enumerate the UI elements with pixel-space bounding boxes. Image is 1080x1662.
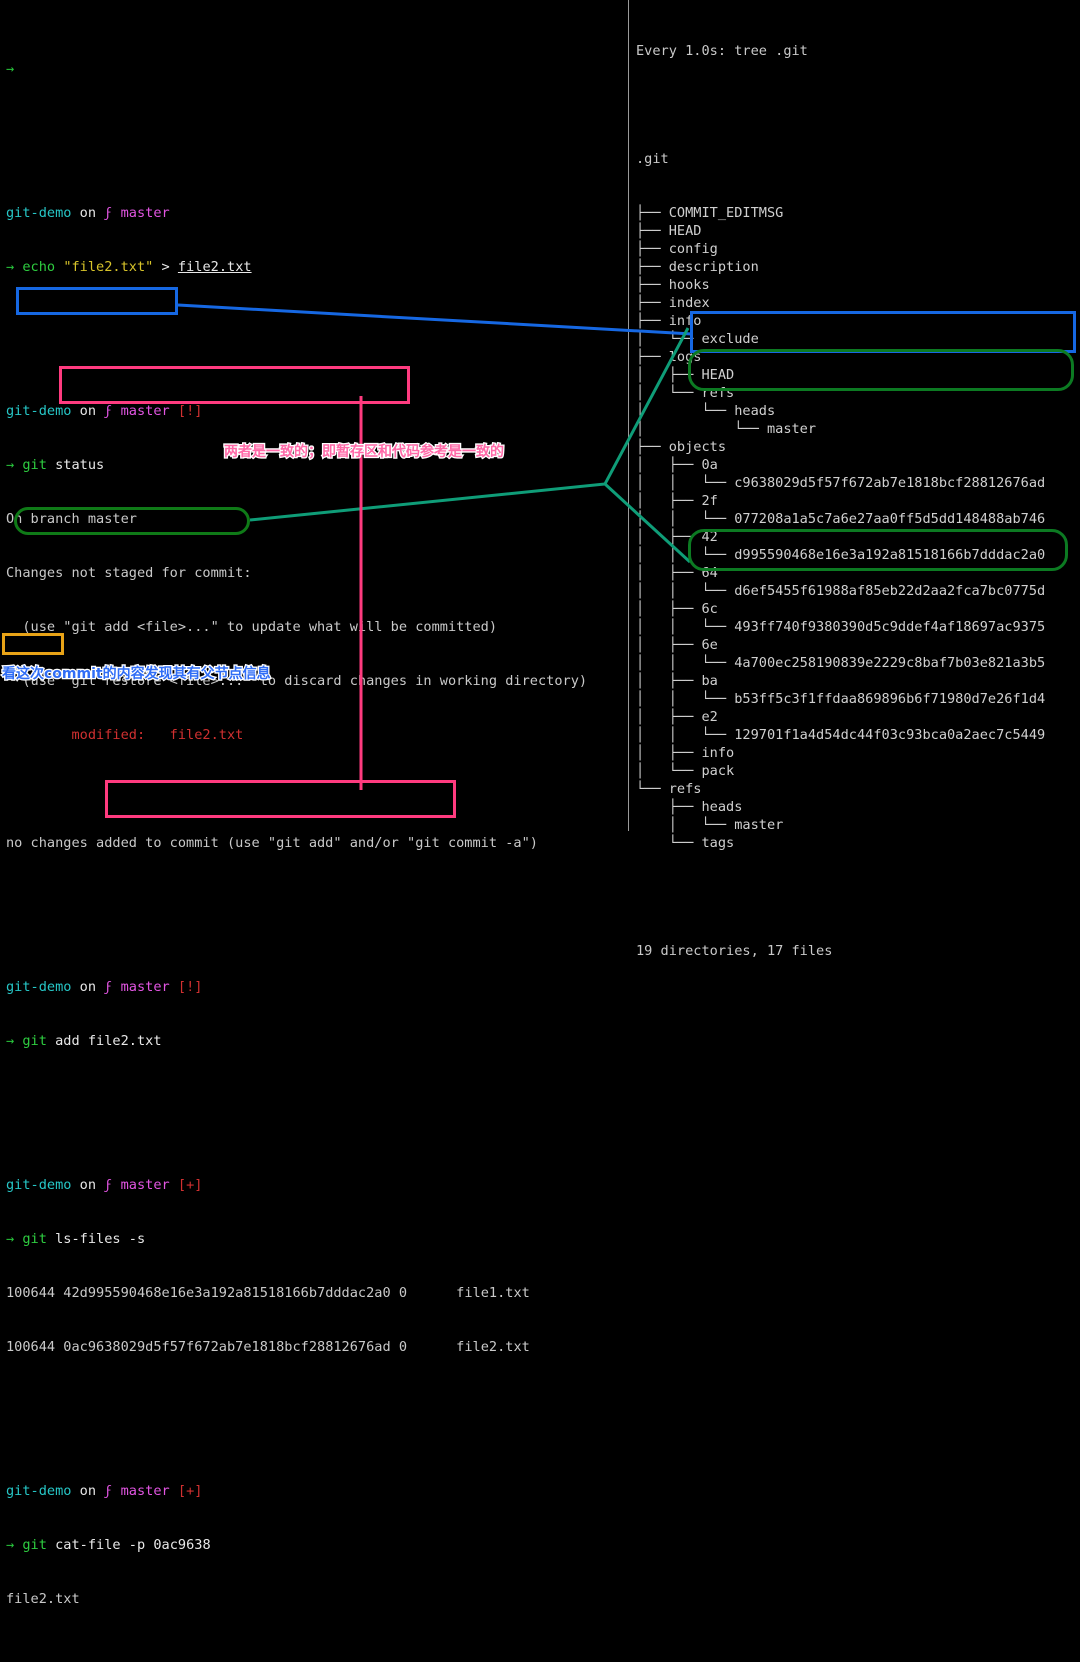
tree-line: ├── objects	[636, 439, 727, 455]
tree-line: │ │ └── 4a700ec258190839e2229c8baf7b03e8…	[636, 655, 1046, 671]
tree-line: │ ├── 2f	[636, 493, 718, 509]
tree-line: │ ├── 0a	[636, 457, 718, 473]
status-output-footer: no changes added to commit (use "git add…	[6, 835, 538, 851]
tree-line: │ ├── 6c	[636, 601, 718, 617]
tree-line: │ └── master	[636, 817, 784, 833]
initial-prompt-arrow: →	[6, 61, 15, 77]
command-git-status: → git status	[6, 457, 105, 473]
tree-listing: ├── COMMIT_EDITMSG ├── HEAD ├── config ├── …	[636, 204, 1045, 852]
tree-line: │ │ └── 129701f1a4d54dc44f03c93bca0a2aec…	[636, 727, 1046, 743]
tree-line: │ │ └── d995590468e16e3a192a81518166b7dd…	[636, 547, 1046, 563]
watch-tree-output: Every 1.0s: tree .git .git ├── COMMIT_ED…	[628, 0, 1045, 996]
cat-file-blob-output: file2.txt	[6, 1591, 80, 1607]
watch-header: Every 1.0s: tree .git	[636, 43, 808, 59]
tree-line: │ ├── e2	[636, 709, 718, 725]
dirty-flag-badge: [!]	[177, 979, 203, 995]
tree-line: ├── HEAD	[636, 223, 702, 239]
command-echo: → echo "file2.txt" > file2.txt	[6, 259, 252, 275]
tree-line: │ │ └── 493ff740f9380390d5c9ddef4af18697…	[636, 619, 1046, 635]
tree-line: │ └── master	[636, 421, 817, 437]
tree-line: ├── config	[636, 241, 718, 257]
tree-line: │ │ └── c9638029d5f57f672ab7e1818bcf2881…	[636, 475, 1046, 491]
tree-line: │ ├── 42	[636, 529, 718, 545]
branch-icon: ϝ	[104, 1177, 113, 1193]
tree-line: │ ├── HEAD	[636, 367, 735, 383]
dirty-flag-badge: [!]	[177, 403, 203, 419]
tree-line: │ ├── 64	[636, 565, 718, 581]
command-cat-file-blob: → git cat-file -p 0ac9638	[6, 1537, 211, 1553]
status-output-hint-restore: (use "git restore <file>..." to discard …	[6, 673, 588, 689]
tree-line: │ └── exclude	[636, 331, 759, 347]
left-terminal-pane[interactable]: → git-demo on ϝ master → echo "file2.txt…	[0, 0, 628, 1607]
tree-line: ├── heads	[636, 799, 743, 815]
right-watch-pane[interactable]: Every 1.0s: tree .git .git ├── COMMIT_ED…	[628, 0, 1080, 959]
tree-line: │ │ └── b53ff5c3f1ffdaa869896b6f71980d7e…	[636, 691, 1046, 707]
tree-line: │ │ └── d6ef5455f61988af85eb22d2aa2fca7b…	[636, 583, 1046, 599]
tree-line: │ └── refs	[636, 385, 735, 401]
tree-line: ├── description	[636, 259, 759, 275]
tree-line: │ ├── info	[636, 745, 735, 761]
tree-line: ├── COMMIT_EDITMSG	[636, 205, 784, 221]
prompt-line-2: git-demo on ϝ master [!]	[6, 403, 203, 419]
prompt-line-1: git-demo on ϝ master	[6, 205, 170, 221]
tree-line: └── tags	[636, 835, 735, 851]
ls-files-row-1: 100644 42d995590468e16e3a192a81518166b7d…	[6, 1285, 530, 1301]
tree-line: │ └── pack	[636, 763, 735, 779]
terminal-screenshot: → git-demo on ϝ master → echo "file2.txt…	[0, 0, 1080, 1607]
tree-summary: 19 directories, 17 files	[636, 943, 833, 959]
branch-icon: ϝ	[104, 979, 113, 995]
status-output-branch: On branch master	[6, 511, 137, 527]
command-git-add: → git add file2.txt	[6, 1033, 162, 1049]
staged-flag-badge: [+]	[177, 1177, 203, 1193]
tree-line: │ ├── 6e	[636, 637, 718, 653]
status-output-modified: modified: file2.txt	[6, 727, 244, 743]
tree-line: └── refs	[636, 781, 702, 797]
branch-icon: ϝ	[104, 1483, 113, 1499]
prompt-line-5: git-demo on ϝ master [+]	[6, 1483, 203, 1499]
tree-line: ├── info	[636, 313, 702, 329]
blob-hash: 0ac9638029d5f57f672ab7e1818bcf28812676ad	[63, 1339, 391, 1355]
ls-files-row-2: 100644 0ac9638029d5f57f672ab7e1818bcf288…	[6, 1339, 530, 1355]
branch-icon: ϝ	[104, 403, 113, 419]
staged-flag-badge: [+]	[177, 1483, 203, 1499]
prompt-line-3: git-demo on ϝ master [!]	[6, 979, 203, 995]
tree-line: ├── logs	[636, 349, 702, 365]
tree-line: ├── hooks	[636, 277, 710, 293]
branch-icon: ϝ	[104, 205, 113, 221]
tree-line: │ ├── ba	[636, 673, 718, 689]
tree-line: ├── index	[636, 295, 710, 311]
command-git-ls-files: → git ls-files -s	[6, 1231, 146, 1247]
tree-line: │ │ └── 077208a1a5c7a6e27aa0ff5d5dd14848…	[636, 511, 1046, 527]
blob-hash: 42d995590468e16e3a192a81518166b7dddac2a0	[63, 1285, 391, 1301]
tree-root-label: .git	[636, 151, 669, 167]
tree-line: │ └── heads	[636, 403, 776, 419]
status-output-heading: Changes not staged for commit:	[6, 565, 252, 581]
status-output-hint-add: (use "git add <file>..." to update what …	[6, 619, 498, 635]
shell-output: → git-demo on ϝ master → echo "file2.txt…	[0, 0, 587, 1662]
prompt-line-4: git-demo on ϝ master [+]	[6, 1177, 203, 1193]
